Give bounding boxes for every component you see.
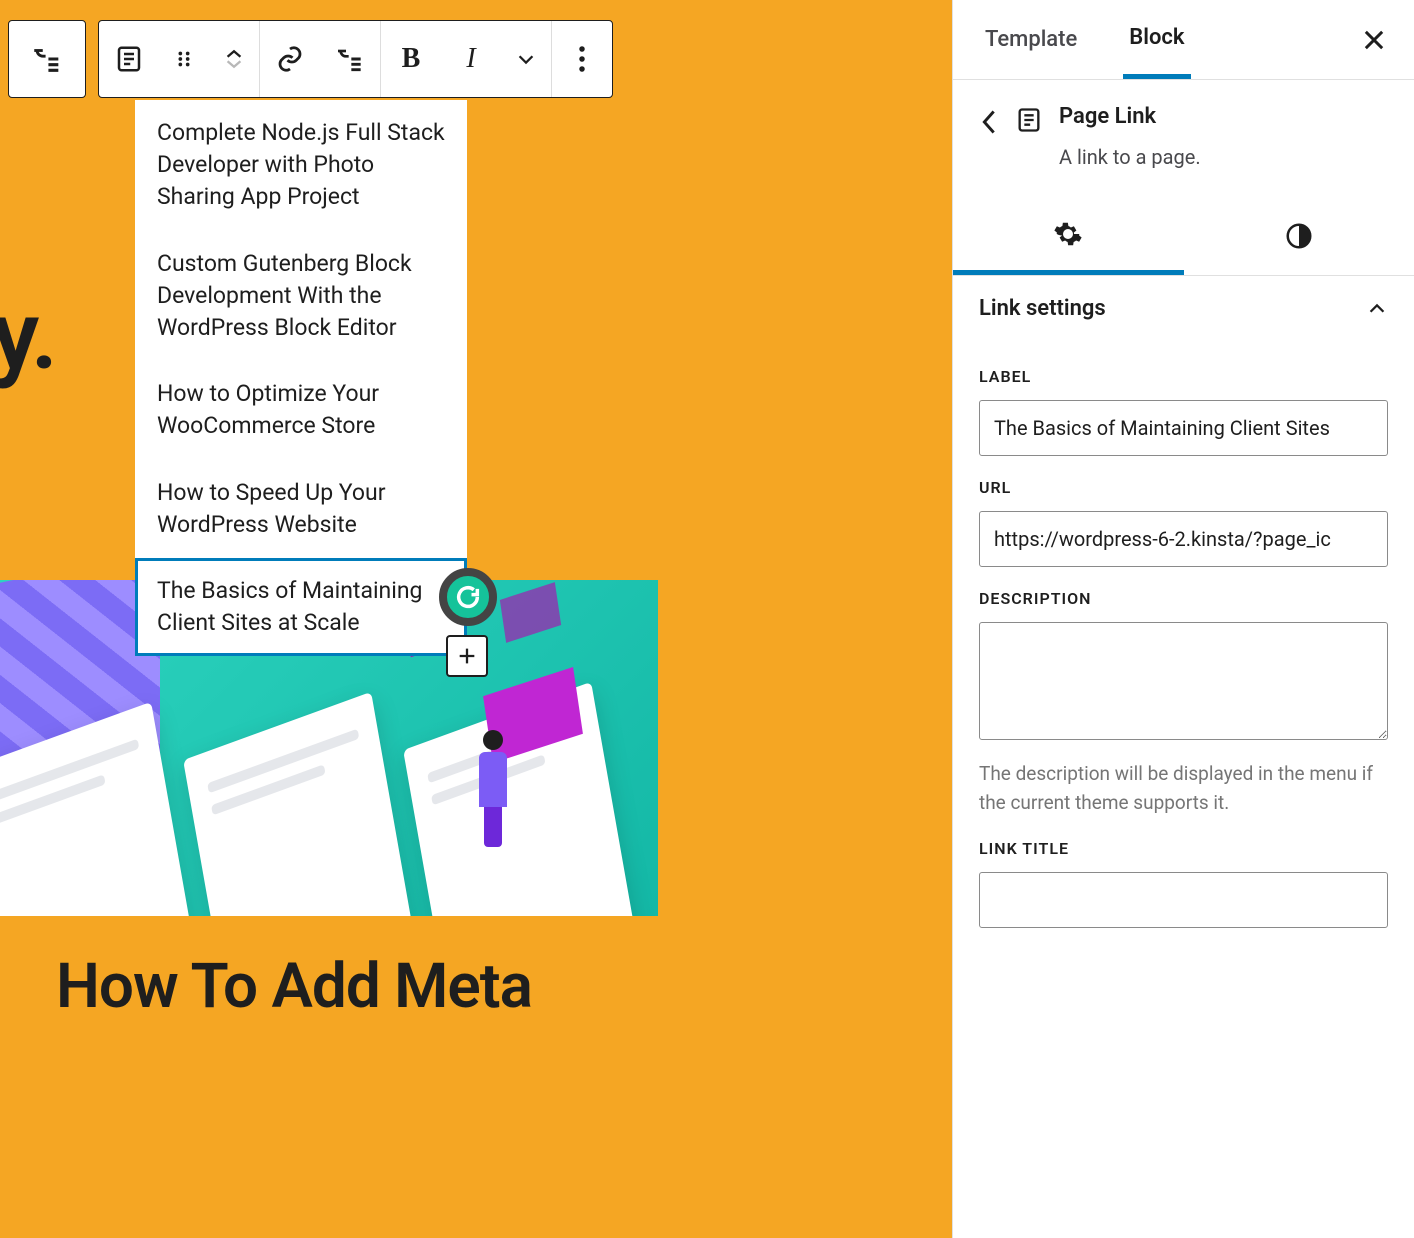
submenu-icon <box>334 43 366 75</box>
grammarly-icon <box>454 583 482 611</box>
block-title: Page Link <box>1059 104 1201 129</box>
chevron-left-icon <box>979 108 999 136</box>
editor-canvas: B I hy. Complete Node.js Full S <box>0 0 952 1238</box>
submenu-item[interactable]: How to Optimize Your WooCommerce Store <box>135 361 467 459</box>
link-title-input[interactable] <box>979 872 1388 928</box>
add-block-button[interactable] <box>446 635 488 677</box>
chevron-down-icon <box>223 57 245 71</box>
tab-template[interactable]: Template <box>979 3 1083 76</box>
parent-block-button[interactable] <box>8 20 86 98</box>
link-settings-toggle[interactable]: Link settings <box>953 276 1414 341</box>
chevron-down-icon <box>515 48 537 70</box>
options-button[interactable] <box>552 20 612 98</box>
inspector-tabs <box>953 197 1414 276</box>
description-help: The description will be displayed in the… <box>979 760 1388 817</box>
plus-icon <box>456 645 478 667</box>
link-settings-panel: LABEL URL DESCRIPTION The description wi… <box>953 341 1414 948</box>
block-type-button[interactable] <box>99 20 159 98</box>
link-icon <box>275 44 305 74</box>
label-input[interactable] <box>979 400 1388 456</box>
page-icon <box>114 44 144 74</box>
navigation-submenu: Complete Node.js Full Stack Developer wi… <box>135 100 467 656</box>
tab-settings[interactable] <box>953 197 1184 275</box>
submenu-item[interactable]: Complete Node.js Full Stack Developer wi… <box>135 100 467 231</box>
link-button[interactable] <box>260 20 320 98</box>
post-heading: How To Add Meta <box>56 950 532 1023</box>
sidebar-tabs: Template Block <box>953 0 1414 80</box>
italic-button[interactable]: I <box>441 20 501 98</box>
grammarly-badge[interactable] <box>439 568 497 626</box>
url-label: URL <box>979 478 1388 497</box>
gear-icon <box>1053 219 1083 249</box>
submenu-icon <box>30 42 64 76</box>
close-sidebar-button[interactable] <box>1360 26 1388 54</box>
kebab-icon <box>578 44 586 74</box>
drag-handle[interactable] <box>159 20 209 98</box>
move-buttons[interactable] <box>209 20 259 98</box>
block-description: A link to a page. <box>1059 145 1201 169</box>
section-title: Link settings <box>979 296 1106 321</box>
block-breadcrumb: Page Link A link to a page. <box>953 80 1414 197</box>
contrast-icon <box>1284 221 1314 251</box>
label-label: LABEL <box>979 367 1388 386</box>
block-icon <box>1015 106 1043 138</box>
block-toolbar-main: B I <box>98 20 613 98</box>
bold-icon: B <box>402 43 421 75</box>
description-label: DESCRIPTION <box>979 589 1388 608</box>
block-toolbar: B I <box>8 20 613 98</box>
settings-sidebar: Template Block Page Link A link to a pag… <box>952 0 1414 1238</box>
italic-icon: I <box>466 43 475 75</box>
close-icon <box>1360 26 1388 54</box>
submenu-button[interactable] <box>320 20 380 98</box>
submenu-item[interactable]: The Basics of Maintaining Client Sites a… <box>135 558 467 656</box>
drag-icon <box>173 48 195 70</box>
more-formatting-button[interactable] <box>501 20 551 98</box>
page-icon <box>1015 106 1043 134</box>
chevron-up-icon <box>1366 298 1388 320</box>
tab-styles[interactable] <box>1184 197 1414 275</box>
submenu-item[interactable]: Custom Gutenberg Block Development With … <box>135 231 467 362</box>
breadcrumb-back-button[interactable] <box>979 108 999 140</box>
submenu-item[interactable]: How to Speed Up Your WordPress Website <box>135 460 467 558</box>
link-title-label: LINK TITLE <box>979 839 1388 858</box>
tab-block[interactable]: Block <box>1123 1 1190 79</box>
background-heading: hy. <box>0 280 56 392</box>
url-input[interactable] <box>979 511 1388 567</box>
description-textarea[interactable] <box>979 622 1388 740</box>
bold-button[interactable]: B <box>381 20 441 98</box>
